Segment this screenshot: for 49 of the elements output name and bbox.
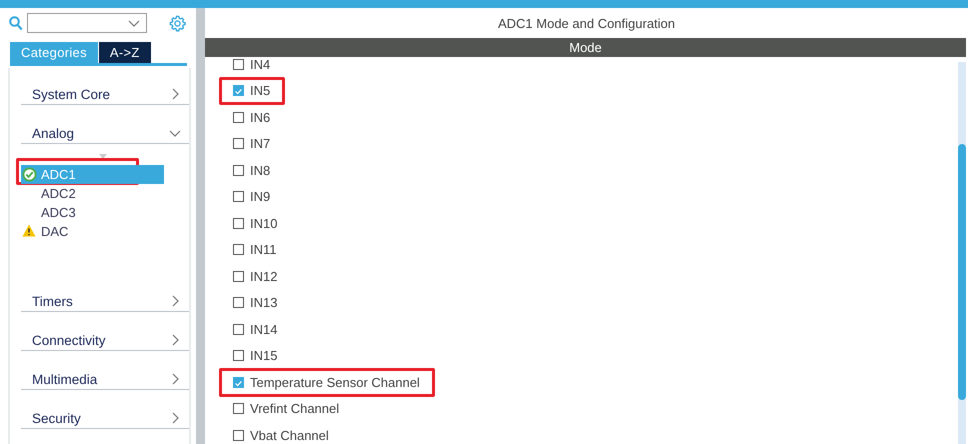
checkbox[interactable] <box>233 58 244 70</box>
peripheral-item[interactable]: DAC <box>21 222 164 241</box>
channel-label: IN11 <box>250 242 276 258</box>
check-circle-icon <box>22 167 37 182</box>
peripheral-item[interactable]: ADC2 <box>21 184 164 203</box>
checkbox[interactable] <box>233 244 244 256</box>
category-item[interactable]: Multimedia <box>21 363 189 390</box>
category-item[interactable]: Security <box>21 402 189 429</box>
channel-label: IN5 <box>250 83 270 98</box>
channel-label: IN13 <box>250 295 278 310</box>
checkbox[interactable] <box>233 191 244 202</box>
channel-label: IN9 <box>250 189 270 204</box>
checkbox[interactable] <box>233 376 244 388</box>
category-item[interactable]: System Core <box>21 78 189 105</box>
search-field[interactable] <box>27 13 147 33</box>
checkbox[interactable] <box>233 164 244 176</box>
section-header: Mode <box>205 38 966 57</box>
panel-title: ADC1 Mode and Configuration <box>496 14 676 33</box>
checkbox[interactable] <box>233 350 244 362</box>
settings-icon[interactable] <box>169 14 186 32</box>
channel-label: IN4 <box>250 57 270 72</box>
scrollbar[interactable] <box>958 62 966 444</box>
channel-label: IN6 <box>250 110 270 125</box>
checkbox[interactable] <box>233 297 244 308</box>
checkbox[interactable] <box>233 112 244 123</box>
channel-label: IN10 <box>250 216 278 231</box>
checkbox[interactable] <box>233 85 244 96</box>
checkbox[interactable] <box>233 218 244 229</box>
peripheral-item[interactable]: ADC3 <box>21 203 164 222</box>
checkbox[interactable] <box>233 430 244 441</box>
channel-label: IN8 <box>250 162 270 178</box>
category-item[interactable]: Timers <box>21 285 189 312</box>
checkbox[interactable] <box>233 324 244 335</box>
channel-label: IN7 <box>250 136 270 152</box>
checkbox[interactable] <box>233 138 244 150</box>
channel-label: IN12 <box>250 268 278 284</box>
channel-label: Temperature Sensor Channel <box>250 374 420 390</box>
channel-label: IN14 <box>250 322 278 337</box>
checkbox[interactable] <box>233 270 244 282</box>
warning-icon <box>22 224 36 237</box>
channel-label: IN15 <box>250 348 278 364</box>
scrollbar-thumb[interactable] <box>958 144 966 400</box>
channel-label: Vbat Channel <box>250 428 329 443</box>
search-icon[interactable] <box>9 16 23 30</box>
category-tab[interactable]: A->Z <box>98 42 151 63</box>
category-item[interactable]: Connectivity <box>21 324 189 351</box>
category-item[interactable]: Analog <box>21 117 189 144</box>
checkbox[interactable] <box>233 403 244 414</box>
channel-label: Vrefint Channel <box>250 401 340 416</box>
